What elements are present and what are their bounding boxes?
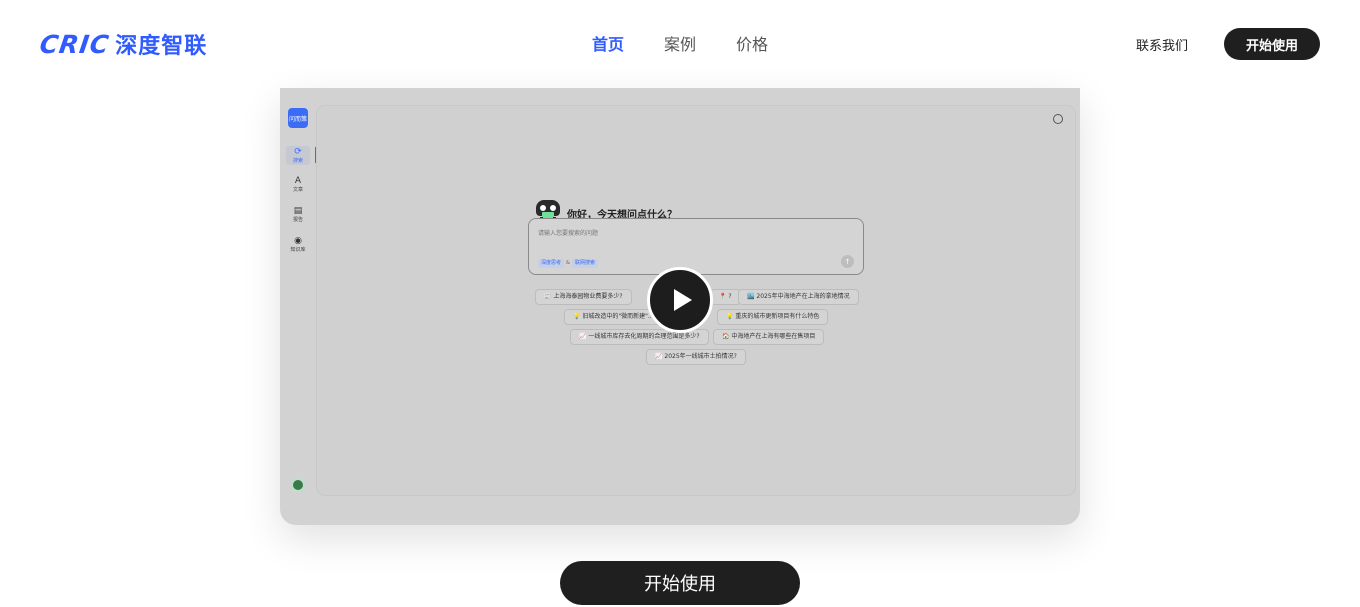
sidebar-item-knowledge: ◉ 知识库	[286, 236, 310, 253]
site-header: CRIC 深度智联 首页 案例 价格 联系我们 开始使用	[0, 0, 1360, 88]
sidebar-item-label: 文章	[292, 187, 303, 193]
avatar	[291, 478, 305, 492]
report-icon: ▤	[293, 206, 303, 216]
query-box: 请输入您要搜索的问题 深度思考 & 联网搜索 ↑	[528, 218, 864, 275]
nav-home[interactable]: 首页	[592, 31, 624, 55]
history-icon	[1053, 114, 1063, 124]
tag-deep-think: 深度思考	[538, 259, 565, 268]
logo-wordmark-en: CRIC	[37, 29, 112, 59]
contact-us-link[interactable]: 联系我们	[1136, 35, 1188, 54]
app-logo: 问而策	[288, 108, 308, 128]
play-icon	[673, 289, 692, 311]
sidebar-item-label: 知识库	[290, 247, 306, 253]
tag-web-search: 联网搜索	[572, 259, 599, 268]
start-button-main[interactable]: 开始使用	[560, 561, 800, 605]
nav-pricing[interactable]: 价格	[736, 31, 768, 55]
suggestion-chip: 🏠 中海地产在上海有哪些在售项目	[713, 329, 825, 345]
suggestion-chip: 📍 ?	[710, 289, 741, 305]
article-icon: A	[294, 176, 302, 186]
suggestion-chip: 🏙️ 2025年中海地产在上海的拿地情况	[738, 289, 859, 305]
sidebar-item-label: 搜索	[292, 158, 303, 164]
play-button[interactable]	[647, 267, 713, 333]
main-nav: 首页 案例 价格	[592, 31, 768, 55]
sidebar-item-report: ▤ 报告	[286, 206, 310, 223]
sidebar-item-label: 报告	[292, 217, 303, 223]
tag-separator: &	[566, 260, 570, 266]
knowledge-icon: ◉	[294, 236, 302, 246]
suggestion-chip: 📈 2025年一线城市土拍情况?	[646, 349, 746, 365]
suggestion-chip: 💡 重庆的城市更新项目有什么特色	[717, 309, 829, 325]
query-placeholder: 请输入您要搜索的问题	[538, 230, 599, 237]
nav-cases[interactable]: 案例	[664, 31, 696, 55]
search-icon: ⟳	[294, 147, 302, 157]
sidebar-item-search: ⟳ 搜索	[286, 146, 310, 165]
app-sidebar: 问而策 ⟳ 搜索 A 文章 ▤ 报告 ◉ 知识库	[280, 88, 317, 525]
demo-video[interactable]: 问而策 ⟳ 搜索 A 文章 ▤ 报告 ◉ 知识库 你好，今天想问点什么？ 请输入…	[280, 88, 1080, 525]
start-button-header[interactable]: 开始使用	[1224, 28, 1320, 60]
brand-logo[interactable]: CRIC 深度智联	[37, 28, 208, 60]
logo-wordmark-cn: 深度智联	[115, 34, 208, 59]
suggestion-chip: 📰 上海海泰园物业费要多少?	[535, 289, 632, 305]
sidebar-item-article: A 文章	[286, 176, 310, 193]
send-icon: ↑	[841, 255, 854, 268]
